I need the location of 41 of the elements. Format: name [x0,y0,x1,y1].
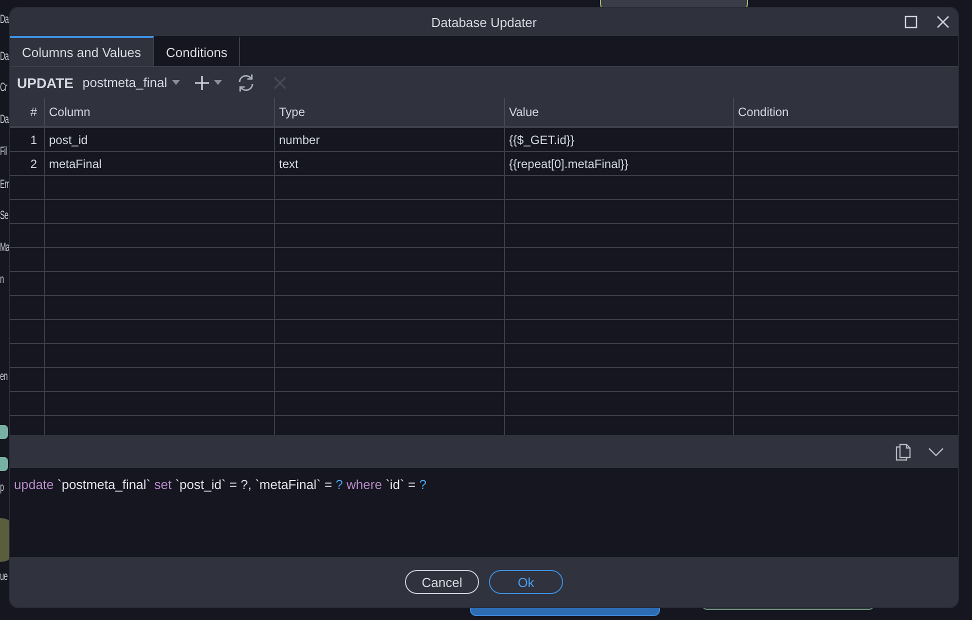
plus-icon [194,74,210,90]
update-label: UPDATE [17,74,74,90]
copy-icon[interactable] [894,442,912,460]
table-cell: number [274,127,504,152]
row-number: 1 [10,127,44,152]
background-label: Da [0,49,9,63]
maximize-icon[interactable] [904,15,918,29]
add-button[interactable] [194,74,222,90]
caret-icon [214,80,222,85]
background-label: Ma [0,240,10,254]
tab[interactable]: Columns and Values [10,36,154,66]
table-cell: {{$_GET.id}} [504,127,734,152]
background-label: Da [0,112,9,126]
sql-query: update `postmeta_final` set `post_id` = ?, `metaFinal` = ? where `id` = ? [14,477,426,492]
background-label: n [0,272,4,286]
background-label: Fil [0,144,7,158]
tab[interactable]: Conditions [154,36,240,66]
chevron-down-icon[interactable] [928,446,944,456]
background-label: Se [0,208,8,222]
background-label: Da [0,12,9,26]
background-label: ue [0,569,8,583]
caret-icon [172,80,180,85]
table-cell: metaFinal [44,152,274,176]
window-title: Database Updater [431,14,537,30]
column-header[interactable]: Column [44,98,274,127]
table-dropdown[interactable]: postmeta_final [82,75,180,90]
close-icon[interactable] [936,15,950,29]
refresh-icon[interactable] [236,72,256,92]
row-number: 2 [10,152,44,176]
column-header[interactable]: Condition [734,98,958,127]
table-cell: {{repeat[0].metaFinal}} [504,152,734,176]
table-cell: post_id [44,127,274,152]
cancel-button[interactable]: Cancel [405,570,479,594]
background-label: en [0,369,8,383]
background-label: p [0,480,4,494]
ok-button[interactable]: Ok [489,570,563,594]
column-header[interactable]: Value [504,98,734,127]
background-label: Cr [0,80,7,94]
column-header[interactable]: Type [274,98,504,127]
column-header[interactable]: # [10,98,44,127]
table-cell: text [274,152,504,176]
